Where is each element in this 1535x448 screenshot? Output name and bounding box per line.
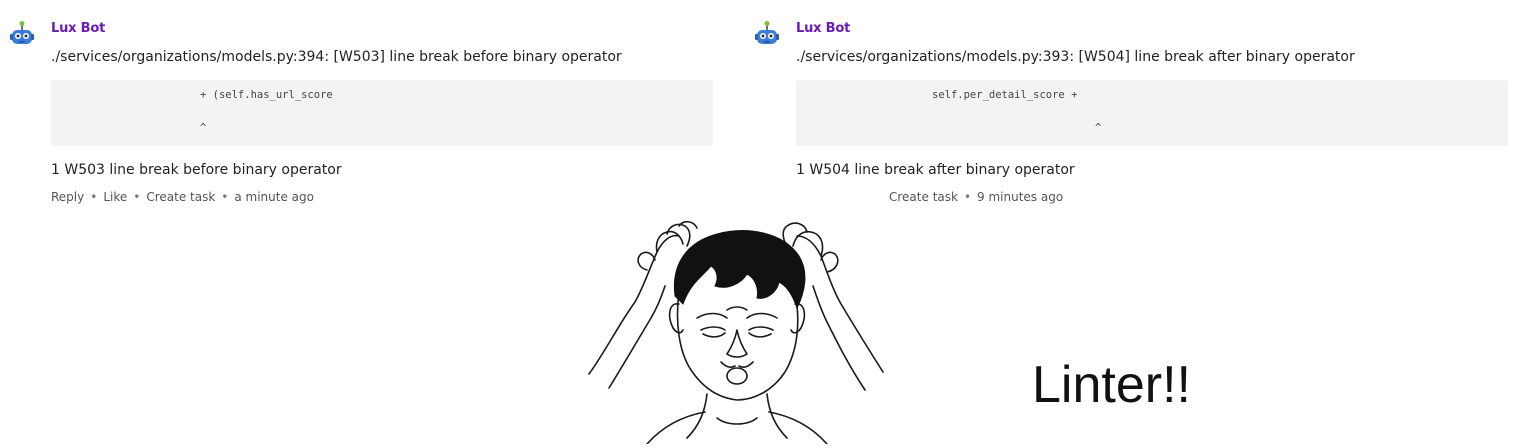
comment-summary: 1 W503 line break before binary operator bbox=[51, 162, 342, 178]
robot-icon bbox=[10, 21, 34, 44]
comment-author[interactable]: Lux Bot bbox=[51, 21, 105, 36]
timestamp[interactable]: a minute ago bbox=[234, 190, 314, 204]
comment-actions: Create task • 9 minutes ago bbox=[889, 190, 1063, 204]
frustrated-man-meme-image bbox=[588, 220, 884, 444]
reply-button[interactable]: Reply bbox=[51, 190, 84, 204]
comment-message: ./services/organizations/models.py:394: … bbox=[51, 49, 622, 65]
comment-summary: 1 W504 line break after binary operator bbox=[796, 162, 1075, 178]
separator-dot: • bbox=[133, 190, 141, 204]
separator-dot: • bbox=[90, 190, 98, 204]
comment-author[interactable]: Lux Bot bbox=[796, 21, 850, 36]
code-snippet: self.per_detail_score + ^ bbox=[796, 80, 1508, 146]
create-task-button[interactable]: Create task bbox=[889, 190, 958, 204]
code-snippet: + (self.has_url_score ^ bbox=[51, 80, 713, 146]
code-line: ^ bbox=[1095, 122, 1102, 134]
code-line: + (self.has_url_score bbox=[200, 89, 333, 101]
like-button[interactable]: Like bbox=[103, 190, 127, 204]
create-task-button[interactable]: Create task bbox=[146, 190, 215, 204]
separator-dot: • bbox=[963, 190, 972, 204]
timestamp[interactable]: 9 minutes ago bbox=[977, 190, 1063, 204]
separator-dot: • bbox=[221, 190, 229, 204]
code-line: self.per_detail_score + bbox=[932, 89, 1078, 101]
code-line: ^ bbox=[200, 122, 207, 134]
comment-message: ./services/organizations/models.py:393: … bbox=[796, 49, 1355, 65]
comment-actions: Reply • Like • Create task • a minute ago bbox=[51, 190, 314, 204]
caption-text: Linter!! bbox=[1032, 356, 1191, 414]
robot-icon bbox=[755, 21, 779, 44]
